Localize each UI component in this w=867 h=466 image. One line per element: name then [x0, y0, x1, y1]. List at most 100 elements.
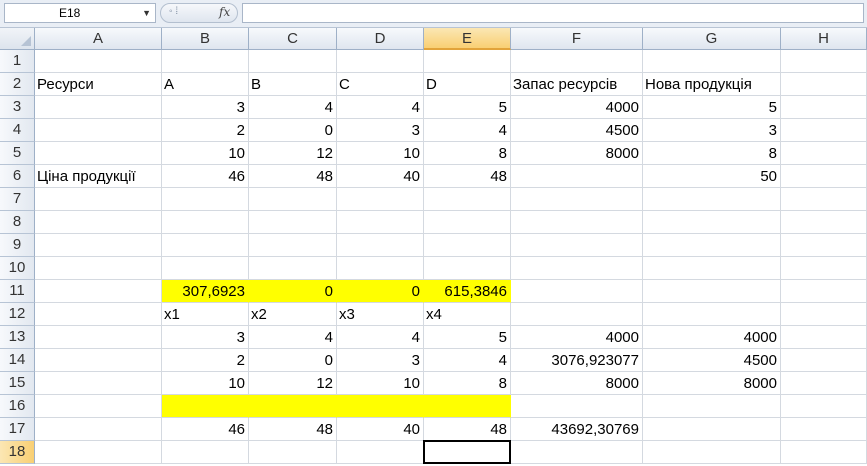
cell-g10[interactable]	[643, 257, 781, 280]
cell-b7[interactable]	[162, 188, 249, 211]
name-box[interactable]: E18 ▼	[4, 3, 156, 23]
row-header-15[interactable]: 15	[0, 372, 35, 395]
cell-c15[interactable]: 12	[249, 372, 337, 395]
cell-g16[interactable]	[643, 395, 781, 418]
cell-d4[interactable]: 3	[337, 119, 424, 142]
cell-a17[interactable]	[35, 418, 162, 441]
cell-h11[interactable]	[781, 280, 867, 303]
cell-f4[interactable]: 4500	[511, 119, 643, 142]
cell-d3[interactable]: 4	[337, 96, 424, 119]
cell-c14[interactable]: 0	[249, 349, 337, 372]
cell-a11[interactable]	[35, 280, 162, 303]
column-header-b[interactable]: B	[162, 28, 249, 50]
cell-d13[interactable]: 4	[337, 326, 424, 349]
row-header-2[interactable]: 2	[0, 73, 35, 96]
cell-f6[interactable]	[511, 165, 643, 188]
cell-h6[interactable]	[781, 165, 867, 188]
cell-h15[interactable]	[781, 372, 867, 395]
cell-f16[interactable]	[511, 395, 643, 418]
cell-d16[interactable]	[337, 395, 424, 418]
cell-d6[interactable]: 40	[337, 165, 424, 188]
cell-b6[interactable]: 46	[162, 165, 249, 188]
cell-b18[interactable]	[162, 441, 249, 464]
cell-g11[interactable]	[643, 280, 781, 303]
cell-c6[interactable]: 48	[249, 165, 337, 188]
cell-f2[interactable]: Запас ресурсів	[511, 73, 643, 96]
cell-g13[interactable]: 4000	[643, 326, 781, 349]
cell-a7[interactable]	[35, 188, 162, 211]
cell-h12[interactable]	[781, 303, 867, 326]
resize-handle-icon[interactable]: ◦ ⁞	[169, 6, 178, 17]
cell-c12[interactable]: x2	[249, 303, 337, 326]
cell-c9[interactable]	[249, 234, 337, 257]
cell-a16[interactable]	[35, 395, 162, 418]
cell-c16[interactable]	[249, 395, 337, 418]
cell-a5[interactable]	[35, 142, 162, 165]
cell-g3[interactable]: 5	[643, 96, 781, 119]
cell-a8[interactable]	[35, 211, 162, 234]
cell-a13[interactable]	[35, 326, 162, 349]
cell-f11[interactable]	[511, 280, 643, 303]
row-header-13[interactable]: 13	[0, 326, 35, 349]
cell-c17[interactable]: 48	[249, 418, 337, 441]
cell-g15[interactable]: 8000	[643, 372, 781, 395]
cell-b8[interactable]	[162, 211, 249, 234]
cell-d15[interactable]: 10	[337, 372, 424, 395]
cell-f13[interactable]: 4000	[511, 326, 643, 349]
row-header-1[interactable]: 1	[0, 50, 35, 73]
row-header-9[interactable]: 9	[0, 234, 35, 257]
formula-input[interactable]	[242, 3, 864, 23]
column-header-h[interactable]: H	[781, 28, 867, 50]
cell-h4[interactable]	[781, 119, 867, 142]
cell-e11[interactable]: 615,3846	[424, 280, 511, 303]
cell-b1[interactable]	[162, 50, 249, 73]
cell-h8[interactable]	[781, 211, 867, 234]
cell-g7[interactable]	[643, 188, 781, 211]
cell-h7[interactable]	[781, 188, 867, 211]
cell-h5[interactable]	[781, 142, 867, 165]
cell-a3[interactable]	[35, 96, 162, 119]
cell-c10[interactable]	[249, 257, 337, 280]
cell-h16[interactable]	[781, 395, 867, 418]
row-header-17[interactable]: 17	[0, 418, 35, 441]
row-header-14[interactable]: 14	[0, 349, 35, 372]
cell-b10[interactable]	[162, 257, 249, 280]
row-header-7[interactable]: 7	[0, 188, 35, 211]
cell-b9[interactable]	[162, 234, 249, 257]
cell-c3[interactable]: 4	[249, 96, 337, 119]
cell-d8[interactable]	[337, 211, 424, 234]
cell-e4[interactable]: 4	[424, 119, 511, 142]
cell-e2[interactable]: D	[424, 73, 511, 96]
cell-a18[interactable]	[35, 441, 162, 464]
cell-h17[interactable]	[781, 418, 867, 441]
cell-b11[interactable]: 307,6923	[162, 280, 249, 303]
insert-function-icon[interactable]: fx	[219, 5, 230, 19]
cell-e7[interactable]	[424, 188, 511, 211]
cell-h1[interactable]	[781, 50, 867, 73]
cell-d10[interactable]	[337, 257, 424, 280]
cell-c18[interactable]	[249, 441, 337, 464]
cell-c7[interactable]	[249, 188, 337, 211]
row-header-5[interactable]: 5	[0, 142, 35, 165]
select-all-button[interactable]	[0, 28, 35, 50]
cell-h3[interactable]	[781, 96, 867, 119]
cell-h10[interactable]	[781, 257, 867, 280]
cell-f7[interactable]	[511, 188, 643, 211]
row-header-12[interactable]: 12	[0, 303, 35, 326]
cell-f3[interactable]: 4000	[511, 96, 643, 119]
cell-e9[interactable]	[424, 234, 511, 257]
chevron-down-icon[interactable]: ▼	[142, 4, 151, 22]
cell-e14[interactable]: 4	[424, 349, 511, 372]
row-header-10[interactable]: 10	[0, 257, 35, 280]
cell-g9[interactable]	[643, 234, 781, 257]
cell-a10[interactable]	[35, 257, 162, 280]
cell-g17[interactable]	[643, 418, 781, 441]
row-header-8[interactable]: 8	[0, 211, 35, 234]
cell-a12[interactable]	[35, 303, 162, 326]
cell-a9[interactable]	[35, 234, 162, 257]
cell-b5[interactable]: 10	[162, 142, 249, 165]
cell-d12[interactable]: x3	[337, 303, 424, 326]
cell-f17[interactable]: 43692,30769	[511, 418, 643, 441]
cell-b3[interactable]: 3	[162, 96, 249, 119]
cell-g8[interactable]	[643, 211, 781, 234]
